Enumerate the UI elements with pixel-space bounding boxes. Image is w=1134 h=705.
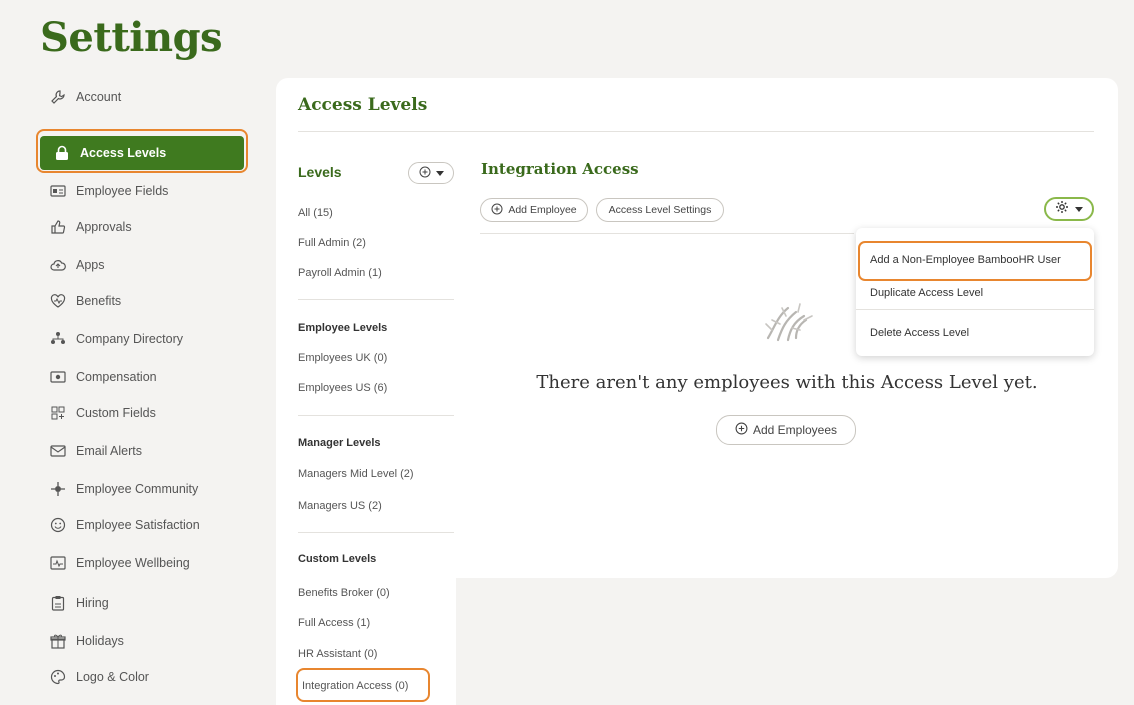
- gear-menu-button[interactable]: [1044, 197, 1094, 221]
- sidebar-item-label: Hiring: [76, 596, 109, 610]
- sidebar-item-email-alerts[interactable]: Email Alerts: [36, 434, 246, 468]
- level-managers-us[interactable]: Managers US (2): [298, 500, 382, 512]
- sidebar-item-label: Access Levels: [80, 146, 167, 160]
- smile-icon: [50, 517, 66, 533]
- page-title: Settings: [40, 14, 223, 61]
- sidebar-item-label: Account: [76, 90, 122, 104]
- sidebar-item-label: Apps: [76, 258, 105, 272]
- divider: [856, 309, 1094, 310]
- divider: [298, 532, 454, 533]
- cloud-icon: [50, 257, 66, 273]
- org-chart-icon: [50, 331, 66, 347]
- settings-label: Access Level Settings: [608, 204, 712, 216]
- level-payroll-admin[interactable]: Payroll Admin (1): [298, 267, 382, 279]
- sidebar-item-label: Employee Satisfaction: [76, 518, 200, 532]
- sidebar-item-employee-satisfaction[interactable]: Employee Satisfaction: [36, 508, 246, 542]
- level-employees-uk[interactable]: Employees UK (0): [298, 352, 387, 364]
- sidebar-item-logo-color[interactable]: Logo & Color: [36, 660, 246, 694]
- menu-item-delete[interactable]: Delete Access Level: [870, 327, 969, 339]
- sidebar-item-account[interactable]: Account: [36, 80, 246, 114]
- sidebar-item-hiring[interactable]: Hiring: [36, 586, 246, 620]
- lock-icon: [54, 145, 70, 161]
- wellbeing-icon: [50, 555, 66, 571]
- sidebar-item-company-directory[interactable]: Company Directory: [36, 322, 246, 356]
- sidebar-item-label: Employee Fields: [76, 184, 169, 198]
- sidebar-item-employee-wellbeing[interactable]: Employee Wellbeing: [36, 546, 246, 580]
- add-employees-button[interactable]: Add Employees: [716, 415, 856, 445]
- heart-icon: [50, 293, 66, 309]
- chevron-down-icon: [1075, 206, 1083, 212]
- access-level-settings-button[interactable]: Access Level Settings: [596, 198, 724, 222]
- menu-item-duplicate[interactable]: Duplicate Access Level: [870, 287, 983, 299]
- level-full-access[interactable]: Full Access (1): [298, 617, 370, 629]
- plus-circle-icon: [419, 166, 431, 181]
- access-level-title: Integration Access: [481, 160, 639, 178]
- sidebar-item-label: Employee Community: [76, 482, 199, 496]
- money-icon: [50, 369, 66, 385]
- divider: [298, 131, 1094, 132]
- sidebar-item-label: Compensation: [76, 370, 157, 384]
- id-card-icon: [50, 183, 66, 199]
- fields-icon: [50, 405, 66, 421]
- add-employee-button[interactable]: Add Employee: [480, 198, 588, 222]
- sidebar-item-access-levels[interactable]: Access Levels: [40, 136, 244, 170]
- sidebar-item-holidays[interactable]: Holidays: [36, 624, 246, 658]
- sidebar-item-label: Employee Wellbeing: [76, 556, 190, 570]
- highlight-ring: [858, 241, 1092, 281]
- level-benefits-broker[interactable]: Benefits Broker (0): [298, 587, 390, 599]
- highlight-ring: [296, 668, 430, 702]
- palette-icon: [50, 669, 66, 685]
- divider: [298, 415, 454, 416]
- level-all[interactable]: All (15): [298, 207, 333, 219]
- level-full-admin[interactable]: Full Admin (2): [298, 237, 366, 249]
- sidebar-item-apps[interactable]: Apps: [36, 248, 246, 282]
- sidebar-item-benefits[interactable]: Benefits: [36, 284, 246, 318]
- divider: [298, 299, 454, 300]
- divider: [480, 233, 854, 234]
- employee-levels-heading: Employee Levels: [298, 322, 388, 334]
- sidebar-item-approvals[interactable]: Approvals: [36, 210, 246, 244]
- sidebar-item-employee-community[interactable]: Employee Community: [36, 472, 246, 506]
- sidebar-item-custom-fields[interactable]: Custom Fields: [36, 396, 246, 430]
- sidebar-item-label: Approvals: [76, 220, 132, 234]
- sidebar-item-compensation[interactable]: Compensation: [36, 360, 246, 394]
- sidebar-item-label: Email Alerts: [76, 444, 142, 458]
- sidebar-item-label: Holidays: [76, 634, 124, 648]
- add-level-button[interactable]: [408, 162, 454, 184]
- mail-icon: [50, 443, 66, 459]
- plus-circle-icon: [735, 422, 748, 438]
- levels-heading: Levels: [298, 164, 342, 180]
- sidebar-item-label: Benefits: [76, 294, 122, 308]
- sidebar-item-label: Company Directory: [76, 332, 183, 346]
- custom-levels-heading: Custom Levels: [298, 553, 377, 565]
- manager-levels-heading: Manager Levels: [298, 437, 381, 449]
- sidebar-item-label: Logo & Color: [76, 670, 149, 684]
- community-icon: [50, 481, 66, 497]
- level-managers-mid[interactable]: Managers Mid Level (2): [298, 468, 414, 480]
- chevron-down-icon: [435, 170, 444, 176]
- wrench-icon: [50, 89, 66, 105]
- level-hr-assistant[interactable]: HR Assistant (0): [298, 648, 377, 660]
- sidebar-item-label: Custom Fields: [76, 406, 156, 420]
- thumbs-up-icon: [50, 219, 66, 235]
- section-title: Access Levels: [298, 95, 428, 115]
- add-employees-label: Add Employees: [752, 423, 838, 437]
- sidebar-item-employee-fields[interactable]: Employee Fields: [36, 174, 246, 208]
- empty-state-illustration: [758, 290, 818, 351]
- plus-circle-icon: [491, 203, 503, 218]
- clipboard-icon: [50, 595, 66, 611]
- add-employee-label: Add Employee: [508, 204, 577, 216]
- gear-icon: [1055, 200, 1069, 219]
- gift-icon: [50, 633, 66, 649]
- level-employees-us[interactable]: Employees US (6): [298, 382, 387, 394]
- empty-state-message: There aren't any employees with this Acc…: [536, 372, 1038, 393]
